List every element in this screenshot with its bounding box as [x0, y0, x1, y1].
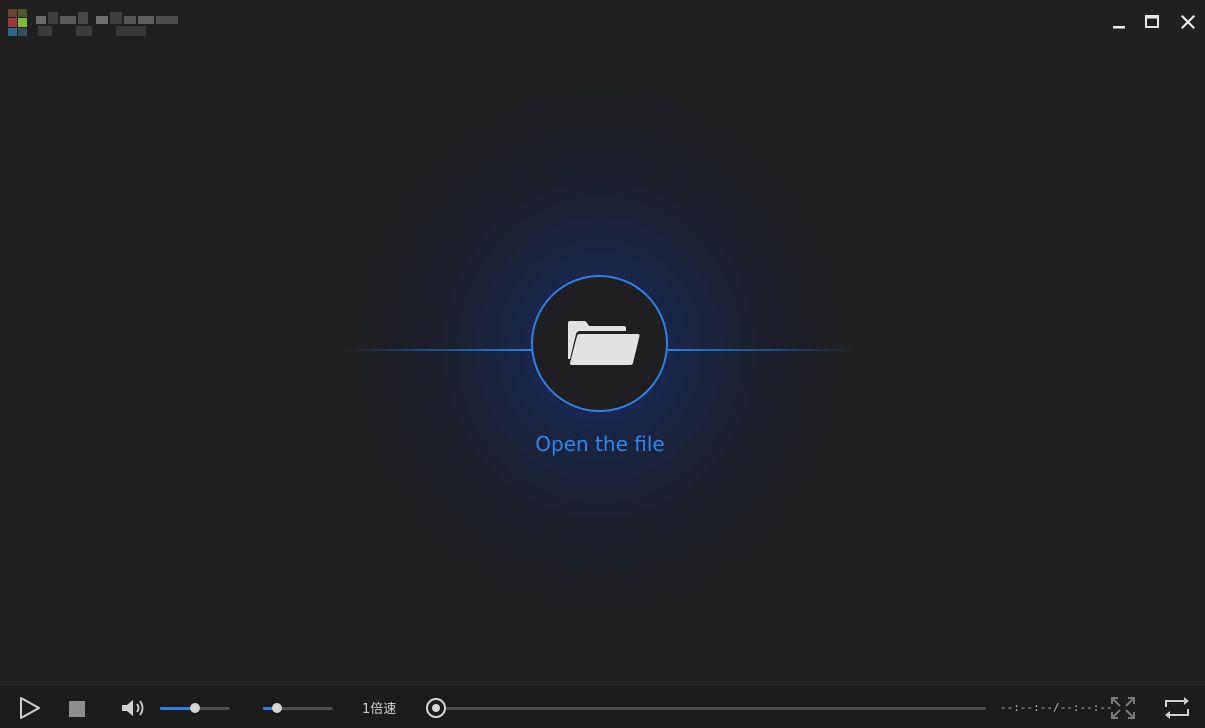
maximize-button[interactable] — [1140, 10, 1164, 34]
fullscreen-button[interactable] — [1109, 695, 1137, 721]
balance-slider-thumb[interactable] — [272, 703, 282, 713]
playback-speed[interactable]: 1倍速 — [362, 698, 396, 717]
stop-button[interactable] — [67, 699, 87, 719]
app-logo-icon — [8, 9, 28, 37]
fullscreen-icon — [1111, 697, 1135, 719]
accent-line-right — [667, 349, 855, 351]
title-bar[interactable] — [0, 0, 1205, 44]
minimize-icon — [1113, 26, 1125, 29]
maximize-icon — [1145, 15, 1159, 28]
progress-thumb[interactable] — [426, 698, 446, 718]
balance-slider[interactable] — [263, 703, 333, 713]
play-icon — [20, 697, 40, 719]
media-player-window: Open the file 1倍速 --:--:--/--:--:-- — [0, 0, 1205, 728]
video-stage[interactable]: Open the file — [0, 44, 1205, 684]
control-bar: 1倍速 --:--:--/--:--:-- — [0, 684, 1205, 728]
accent-line-left — [345, 349, 533, 351]
time-display: --:--:--/--:--:-- — [1000, 701, 1113, 714]
stop-icon — [69, 701, 85, 717]
open-file-label[interactable]: Open the file — [500, 432, 700, 456]
open-file-button[interactable] — [531, 275, 668, 412]
volume-slider-thumb[interactable] — [190, 703, 200, 713]
progress-bar[interactable] — [436, 707, 986, 710]
minimize-button[interactable] — [1107, 10, 1131, 34]
loop-icon — [1165, 697, 1189, 719]
play-button[interactable] — [16, 695, 42, 721]
app-title — [36, 12, 178, 38]
folder-open-icon — [568, 321, 640, 365]
close-button[interactable] — [1176, 10, 1200, 34]
loop-button[interactable] — [1162, 695, 1192, 721]
volume-slider[interactable] — [160, 703, 230, 713]
close-icon — [1180, 14, 1196, 30]
volume-button[interactable] — [119, 696, 149, 720]
speaker-volume-icon — [122, 700, 144, 716]
